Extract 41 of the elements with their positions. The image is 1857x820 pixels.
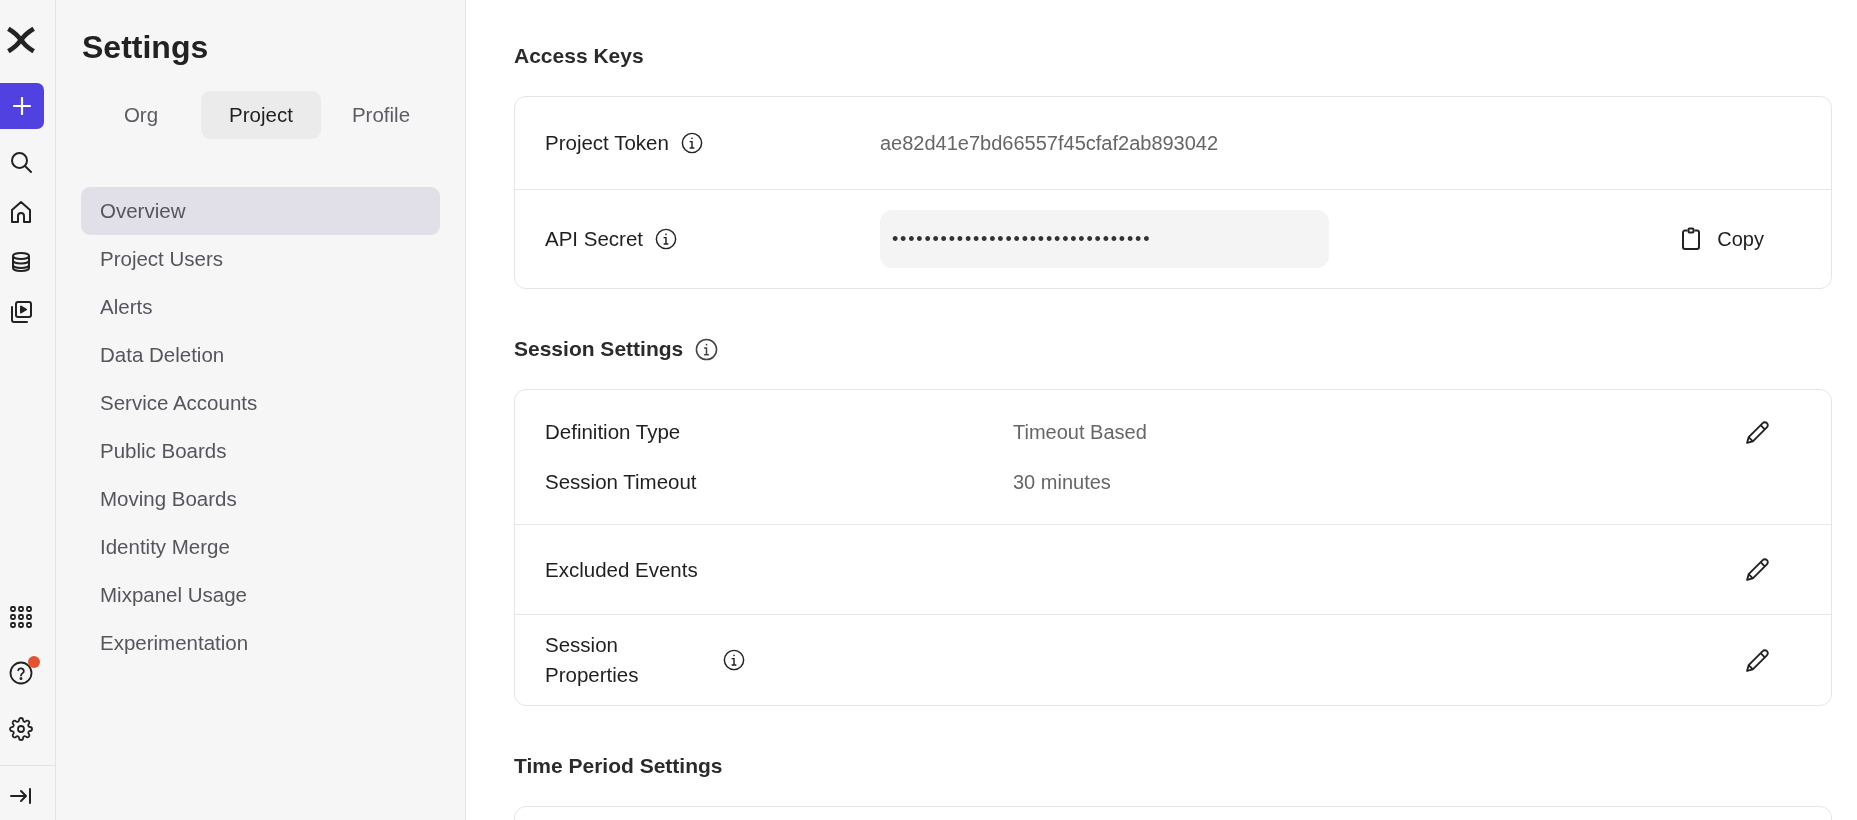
plus-icon [13, 97, 31, 115]
sidebar-item[interactable]: Project Users [81, 235, 440, 283]
row-label: Session Timeout [545, 469, 698, 495]
row-value: 30 minutes [1013, 470, 1112, 495]
sidebar-item[interactable]: Mixpanel Usage [81, 571, 440, 619]
row-label: Project Token [545, 130, 669, 156]
section-title: Time Period Settings [514, 753, 723, 779]
settings-tab[interactable]: Org [81, 91, 201, 139]
settings-tab[interactable]: Project [201, 91, 321, 139]
pencil-icon [1745, 647, 1770, 673]
settings-tab[interactable]: Profile [321, 91, 441, 139]
video-stack-icon[interactable] [8, 300, 33, 324]
sidebar-item[interactable]: Service Accounts [81, 379, 440, 427]
token-value: ae82d41e7bd66557f45cfaf2ab893042 [880, 131, 1219, 156]
sidebar-item[interactable]: Identity Merge [81, 523, 440, 571]
copy-button[interactable]: Copy [1669, 219, 1776, 259]
sidebar-title: Settings [82, 28, 210, 67]
pencil-icon [1745, 420, 1770, 445]
home-icon[interactable] [8, 200, 33, 224]
logo-icon[interactable] [5, 26, 36, 54]
row-label: Session Properties [545, 632, 640, 688]
sidebar-item[interactable]: Data Deletion [81, 331, 440, 379]
pencil-icon [1745, 557, 1770, 582]
grid-icon[interactable] [8, 605, 33, 629]
search-icon[interactable] [8, 150, 33, 174]
sidebar-item[interactable]: Overview [81, 187, 440, 235]
clipboard-icon [1681, 227, 1702, 251]
section-title: Access Keys [514, 43, 644, 69]
row-label: API Secret [545, 226, 643, 252]
secret-field[interactable]: •••••••••••••••••••••••••••••••• [880, 210, 1329, 268]
sidebar-item[interactable]: Alerts [81, 283, 440, 331]
sidebar-item[interactable]: Moving Boards [81, 475, 440, 523]
row-label: Definition Type [545, 419, 682, 445]
create-button[interactable] [0, 83, 44, 129]
row-label: Excluded Events [545, 556, 698, 583]
help-icon[interactable] [8, 661, 33, 685]
sidebar-item[interactable]: Experimentation [81, 619, 440, 667]
settings-icon[interactable] [8, 717, 33, 741]
section-title: Session Settings [514, 336, 684, 362]
sidebar-item[interactable]: Public Boards [81, 427, 440, 475]
row-value: Timeout Based [1013, 420, 1147, 445]
